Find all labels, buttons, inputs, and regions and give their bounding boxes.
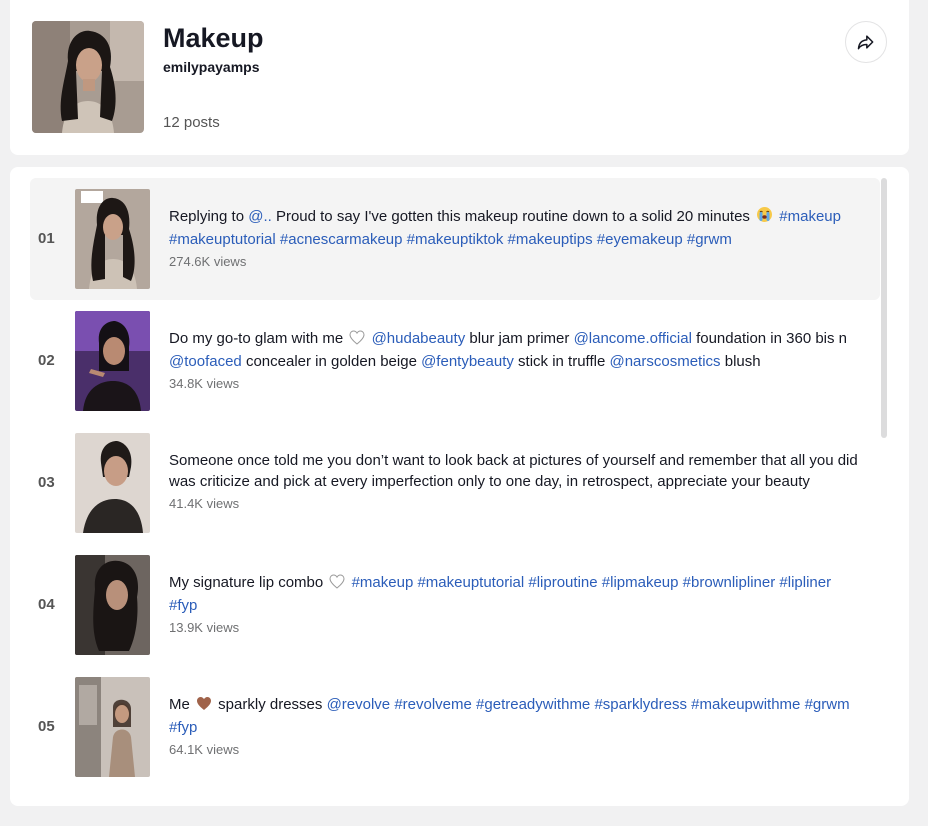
video-thumbnail[interactable] [75, 433, 150, 533]
hashtag-link[interactable]: #makeup [352, 574, 414, 591]
hashtag-link[interactable]: #lipmakeup [602, 574, 679, 591]
playlist-cover-image [32, 21, 144, 133]
caption-text: concealer in golden beige [241, 353, 422, 370]
video-index: 03 [38, 474, 55, 491]
hashtag-link[interactable]: #brownlipliner [683, 574, 776, 591]
white-heart-emoji [329, 574, 345, 595]
mention-link[interactable]: @revolve [327, 696, 391, 713]
hashtag-link[interactable]: #getreadywithme [476, 696, 590, 713]
brown-heart-emoji [196, 696, 212, 717]
video-index: 01 [38, 230, 55, 247]
hashtag-link[interactable]: #fyp [169, 597, 197, 614]
video-index: 05 [38, 718, 55, 735]
video-caption[interactable]: Replying to @.. Proud to say I've gotten… [169, 206, 859, 250]
hashtag-link[interactable]: #grwm [687, 231, 732, 248]
caption-text: Do my go-to glam with me [169, 330, 348, 347]
video-caption[interactable]: Someone once told me you don’t want to l… [169, 450, 859, 492]
video-views: 41.4K views [169, 496, 240, 511]
video-views: 274.6K views [169, 254, 247, 269]
hashtag-link[interactable]: #eyemakeup [597, 231, 683, 248]
caption-text: stick in truffle [513, 353, 610, 370]
hashtag-link[interactable]: #makeupwithme [691, 696, 800, 713]
playlist-post-count: 12 posts [163, 114, 220, 131]
caption-text: sparkly dresses [214, 696, 327, 713]
video-thumbnail[interactable] [75, 189, 150, 289]
mention-link[interactable]: @fentybeauty [421, 353, 514, 370]
hashtag-link[interactable]: #lipliner [779, 574, 831, 591]
share-icon [857, 35, 874, 50]
hashtag-link[interactable]: #makeuptutorial [417, 574, 524, 591]
caption-text: blur jam primer [465, 330, 574, 347]
video-thumbnail[interactable] [75, 677, 150, 777]
hashtag-link[interactable]: #liproutine [528, 574, 597, 591]
video-caption[interactable]: My signature lip combo #makeup #makeuptu… [169, 572, 859, 616]
white-heart-emoji [349, 330, 365, 351]
playlist-video-list[interactable]: 01 Replying to @.. Proud to say I've got… [10, 167, 909, 806]
video-views: 13.9K views [169, 620, 240, 635]
video-caption[interactable]: Me sparkly dresses @revolve #revolveme #… [169, 694, 859, 738]
playlist-username[interactable]: emilypayamps [163, 58, 260, 76]
caption-text: blush [720, 353, 761, 370]
mention-link[interactable]: @.. [248, 208, 272, 225]
loudly-crying-face-emoji [756, 206, 773, 229]
caption-text: My signature lip combo [169, 574, 328, 591]
video-views: 34.8K views [169, 376, 240, 391]
hashtag-link[interactable]: #revolveme [394, 696, 472, 713]
scrollbar[interactable] [881, 178, 887, 438]
hashtag-link[interactable]: #acnescarmakeup [280, 231, 403, 248]
share-button[interactable] [845, 21, 887, 63]
hashtag-link[interactable]: #makeuptips [508, 231, 593, 248]
video-thumbnail[interactable] [75, 311, 150, 411]
video-row-2[interactable]: 02 Do my go-to glam with me @hudabeauty … [30, 300, 880, 422]
mention-link[interactable]: @hudabeauty [372, 330, 466, 347]
caption-text: Proud to say I've gotten this makeup rou… [271, 208, 755, 225]
video-thumbnail[interactable] [75, 555, 150, 655]
hashtag-link[interactable]: #makeuptiktok [407, 231, 504, 248]
video-row-3[interactable]: 03 Someone once told me you don’t want t… [30, 422, 880, 544]
video-row-5[interactable]: 05 Me sparkly dresses @revolve #revolvem… [30, 666, 880, 788]
video-row-1[interactable]: 01 Replying to @.. Proud to say I've got… [30, 178, 880, 300]
caption-text: Me [169, 696, 195, 713]
hashtag-link[interactable]: #fyp [169, 719, 197, 736]
hashtag-link[interactable]: #makeup [779, 208, 841, 225]
playlist-title: Makeup [163, 23, 264, 53]
video-index: 02 [38, 352, 55, 369]
mention-link[interactable]: @narscosmetics [609, 353, 720, 370]
video-index: 04 [38, 596, 55, 613]
caption-text: foundation in 360 bis n [691, 330, 848, 347]
hashtag-link[interactable]: #grwm [805, 696, 850, 713]
hashtag-link[interactable]: #makeuptutorial [169, 231, 276, 248]
video-row-4[interactable]: 04 My signature lip combo #makeup #makeu… [30, 544, 880, 666]
caption-text: Replying to [169, 208, 249, 225]
caption-text: Someone once told me you don’t want to l… [169, 452, 858, 490]
mention-link[interactable]: @lancome.official [574, 330, 692, 347]
video-caption[interactable]: Do my go-to glam with me @hudabeauty blu… [169, 328, 859, 372]
video-views: 64.1K views [169, 742, 240, 757]
mention-link[interactable]: @toofaced [169, 353, 242, 370]
playlist-header: Makeup emilypayamps 12 posts [10, 0, 909, 155]
hashtag-link[interactable]: #sparklydress [594, 696, 687, 713]
